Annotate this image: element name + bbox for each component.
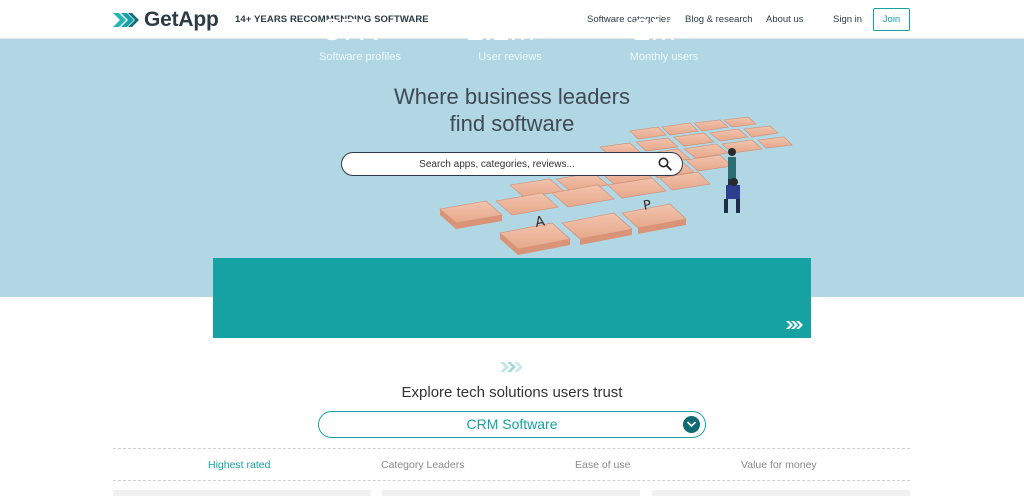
stat-label: Monthly users: [629, 51, 699, 63]
tile-letter-p: P: [642, 198, 652, 214]
stat-value: 2M+: [633, 12, 695, 47]
search-icon[interactable]: [658, 157, 672, 171]
getapp-chevrons-icon: [786, 321, 803, 329]
hero-title-line1: Where business leaders: [393, 84, 630, 109]
divider: [113, 448, 910, 449]
category-dropdown[interactable]: CRM Software: [318, 411, 706, 438]
stat-label: User reviews: [478, 51, 542, 63]
tab-highest-rated[interactable]: Highest rated: [208, 459, 270, 471]
search-input[interactable]: [342, 153, 652, 175]
stat-monthly-users: 2M+ Monthly users: [594, 12, 734, 64]
dropdown-toggle[interactable]: [683, 416, 700, 433]
tab-ease-of-use[interactable]: Ease of use: [575, 459, 630, 471]
tile-letter-a: A: [534, 213, 547, 230]
product-card[interactable]: [113, 490, 371, 496]
join-button[interactable]: Join: [873, 8, 910, 31]
people-figures: [724, 148, 740, 213]
stat-user-reviews: 2.2M+ User reviews: [440, 12, 580, 64]
stat-label: Software profiles: [319, 51, 401, 63]
getapp-chevrons-icon: [500, 362, 523, 372]
divider: [113, 480, 910, 481]
sign-in-link[interactable]: Sign in: [833, 14, 862, 25]
category-selected-value: CRM Software: [466, 416, 558, 432]
hero-title-line2: find software: [449, 111, 575, 136]
stat-value: 2.2M+: [466, 12, 554, 47]
chevron-down-icon: [687, 421, 696, 427]
search-bar[interactable]: [341, 152, 683, 176]
product-card[interactable]: [382, 490, 640, 496]
explore-title: Explore tech solutions users trust: [401, 384, 623, 401]
nav-about-us[interactable]: About us: [766, 14, 804, 25]
tab-value-for-money[interactable]: Value for money: [741, 459, 817, 471]
stats-band: [213, 258, 811, 338]
product-card[interactable]: [652, 490, 910, 496]
stat-value: 37K+: [323, 12, 397, 47]
getapp-logo[interactable]: GetApp: [113, 8, 219, 32]
tab-category-leaders[interactable]: Category Leaders: [381, 459, 464, 471]
getapp-chevrons-icon: [113, 13, 139, 27]
logo-text: GetApp: [144, 8, 219, 31]
stat-software-profiles: 37K+ Software profiles: [290, 12, 430, 64]
